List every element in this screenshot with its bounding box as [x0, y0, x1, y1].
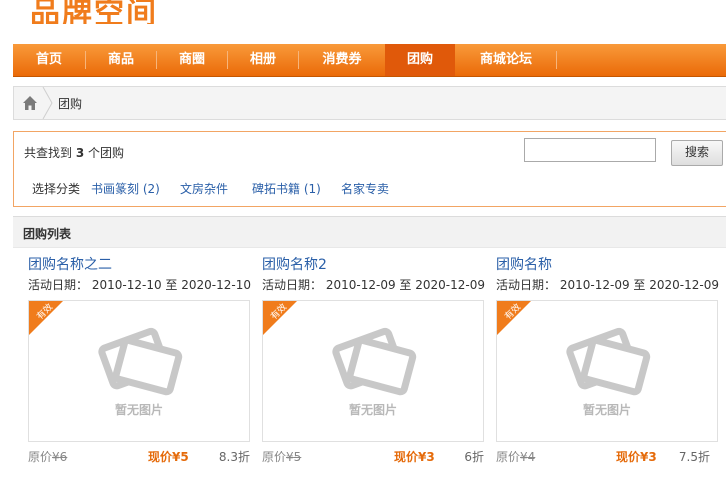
- card-title-link[interactable]: 团购名称: [496, 254, 552, 274]
- category-link[interactable]: 书画篆刻 (2): [91, 180, 160, 197]
- date-end: 2020-12-09: [649, 278, 720, 292]
- category-label: 选择分类: [32, 182, 81, 196]
- no-image-text: 暂无图片: [348, 403, 397, 417]
- chevron-right-icon: [42, 87, 53, 119]
- card-image[interactable]: 有效 暂无图片: [262, 300, 484, 442]
- valid-badge: 有效: [263, 301, 297, 335]
- result-count-suffix: 个团购: [88, 146, 125, 160]
- breadcrumb: 团购: [13, 86, 726, 120]
- currency: ¥: [52, 450, 60, 464]
- no-image-icon: [332, 327, 417, 396]
- now-price-value: 3: [426, 450, 435, 464]
- now-label: 现价: [148, 450, 173, 464]
- result-count-prefix: 共查找到: [24, 146, 73, 160]
- card-image[interactable]: 有效 暂无图片: [28, 300, 250, 442]
- discount: 6折: [464, 450, 484, 464]
- discount: 8.3折: [218, 450, 250, 464]
- breadcrumb-current: 团购: [58, 97, 83, 111]
- now-price-value: 3: [648, 450, 657, 464]
- nav-business-circle[interactable]: 商圈: [157, 44, 227, 76]
- date-separator: 至: [633, 278, 646, 292]
- group-buy-card: 团购名称 活动日期： 2010-12-09 至 2020-12-09 有效 暂无…: [496, 254, 719, 486]
- date-separator: 至: [165, 278, 178, 292]
- category-link[interactable]: 碑拓书籍 (1): [252, 180, 321, 197]
- date-start: 2010-12-10: [91, 278, 162, 292]
- now-label: 现价: [394, 450, 419, 464]
- orig-label: 原价: [262, 450, 287, 464]
- activity-dates: 活动日期： 2010-12-09 至 2020-12-09: [496, 276, 719, 293]
- discount: 7.5折: [678, 450, 710, 464]
- main-nav: 首页 商品 商圈 相册 消费券 团购 商城论坛: [13, 44, 726, 77]
- search-input[interactable]: [524, 138, 656, 162]
- now-label: 现价: [616, 450, 641, 464]
- filter-panel: 共查找到 3 个团购 搜索 选择分类 书画篆刻 (2) 文房杂件 碑拓书籍 (1…: [13, 131, 726, 207]
- date-separator: 至: [399, 278, 412, 292]
- list-title: 团购列表: [23, 227, 72, 241]
- no-image-icon: [566, 327, 651, 396]
- no-image-text: 暂无图片: [114, 403, 163, 417]
- home-icon[interactable]: [22, 95, 38, 111]
- date-end: 2020-12-09: [415, 278, 486, 292]
- date-label: 活动日期：: [262, 278, 323, 292]
- date-label: 活动日期：: [496, 278, 557, 292]
- orig-price-value: 4: [527, 450, 536, 464]
- nav-products[interactable]: 商品: [86, 44, 156, 76]
- orig-label: 原价: [496, 450, 521, 464]
- activity-dates: 活动日期： 2010-12-09 至 2020-12-09: [262, 276, 485, 293]
- original-price: 原价¥5: [262, 448, 301, 465]
- nav-forum[interactable]: 商城论坛: [456, 44, 556, 76]
- current-price: 现价¥3: [394, 448, 435, 465]
- date-start: 2010-12-09: [559, 278, 630, 292]
- category-link[interactable]: 文房杂件: [180, 180, 228, 197]
- date-start: 2010-12-09: [325, 278, 396, 292]
- current-price: 现价¥5: [148, 448, 189, 465]
- category-link[interactable]: 名家专卖: [341, 180, 389, 197]
- currency: ¥: [520, 450, 528, 464]
- site-logo[interactable]: 品牌空间: [30, 0, 158, 24]
- result-count-number: 3: [75, 146, 85, 160]
- original-price: 原价¥4: [496, 448, 535, 465]
- nav-home[interactable]: 首页: [13, 44, 85, 76]
- activity-dates: 活动日期： 2010-12-10 至 2020-12-10: [28, 276, 251, 293]
- original-price: 原价¥6: [28, 448, 67, 465]
- card-title-link[interactable]: 团购名称之二: [28, 254, 112, 274]
- valid-badge: 有效: [497, 301, 531, 335]
- current-price: 现价¥3: [616, 448, 657, 465]
- nav-divider: [556, 51, 557, 69]
- date-label: 活动日期：: [28, 278, 89, 292]
- nav-group-buy[interactable]: 团购: [385, 44, 455, 76]
- card-image[interactable]: 有效 暂无图片: [496, 300, 718, 442]
- result-count: 共查找到 3 个团购: [24, 144, 124, 161]
- group-buy-card: 团购名称之二 活动日期： 2010-12-10 至 2020-12-10 有效 …: [28, 254, 251, 486]
- no-image-icon: [98, 327, 183, 396]
- search-button[interactable]: 搜索: [671, 140, 723, 166]
- nav-album[interactable]: 相册: [228, 44, 298, 76]
- group-buy-card: 团购名称2 活动日期： 2010-12-09 至 2020-12-09 有效 暂…: [262, 254, 485, 486]
- orig-price-value: 6: [59, 450, 68, 464]
- now-price-value: 5: [180, 450, 189, 464]
- orig-label: 原价: [28, 450, 53, 464]
- date-end: 2020-12-10: [181, 278, 252, 292]
- currency: ¥: [286, 450, 294, 464]
- nav-coupons[interactable]: 消费券: [299, 44, 385, 76]
- no-image-text: 暂无图片: [582, 403, 631, 417]
- group-buy-list-header: 团购列表: [13, 216, 726, 248]
- card-title-link[interactable]: 团购名称2: [262, 254, 327, 274]
- orig-price-value: 5: [293, 450, 302, 464]
- valid-badge: 有效: [29, 301, 63, 335]
